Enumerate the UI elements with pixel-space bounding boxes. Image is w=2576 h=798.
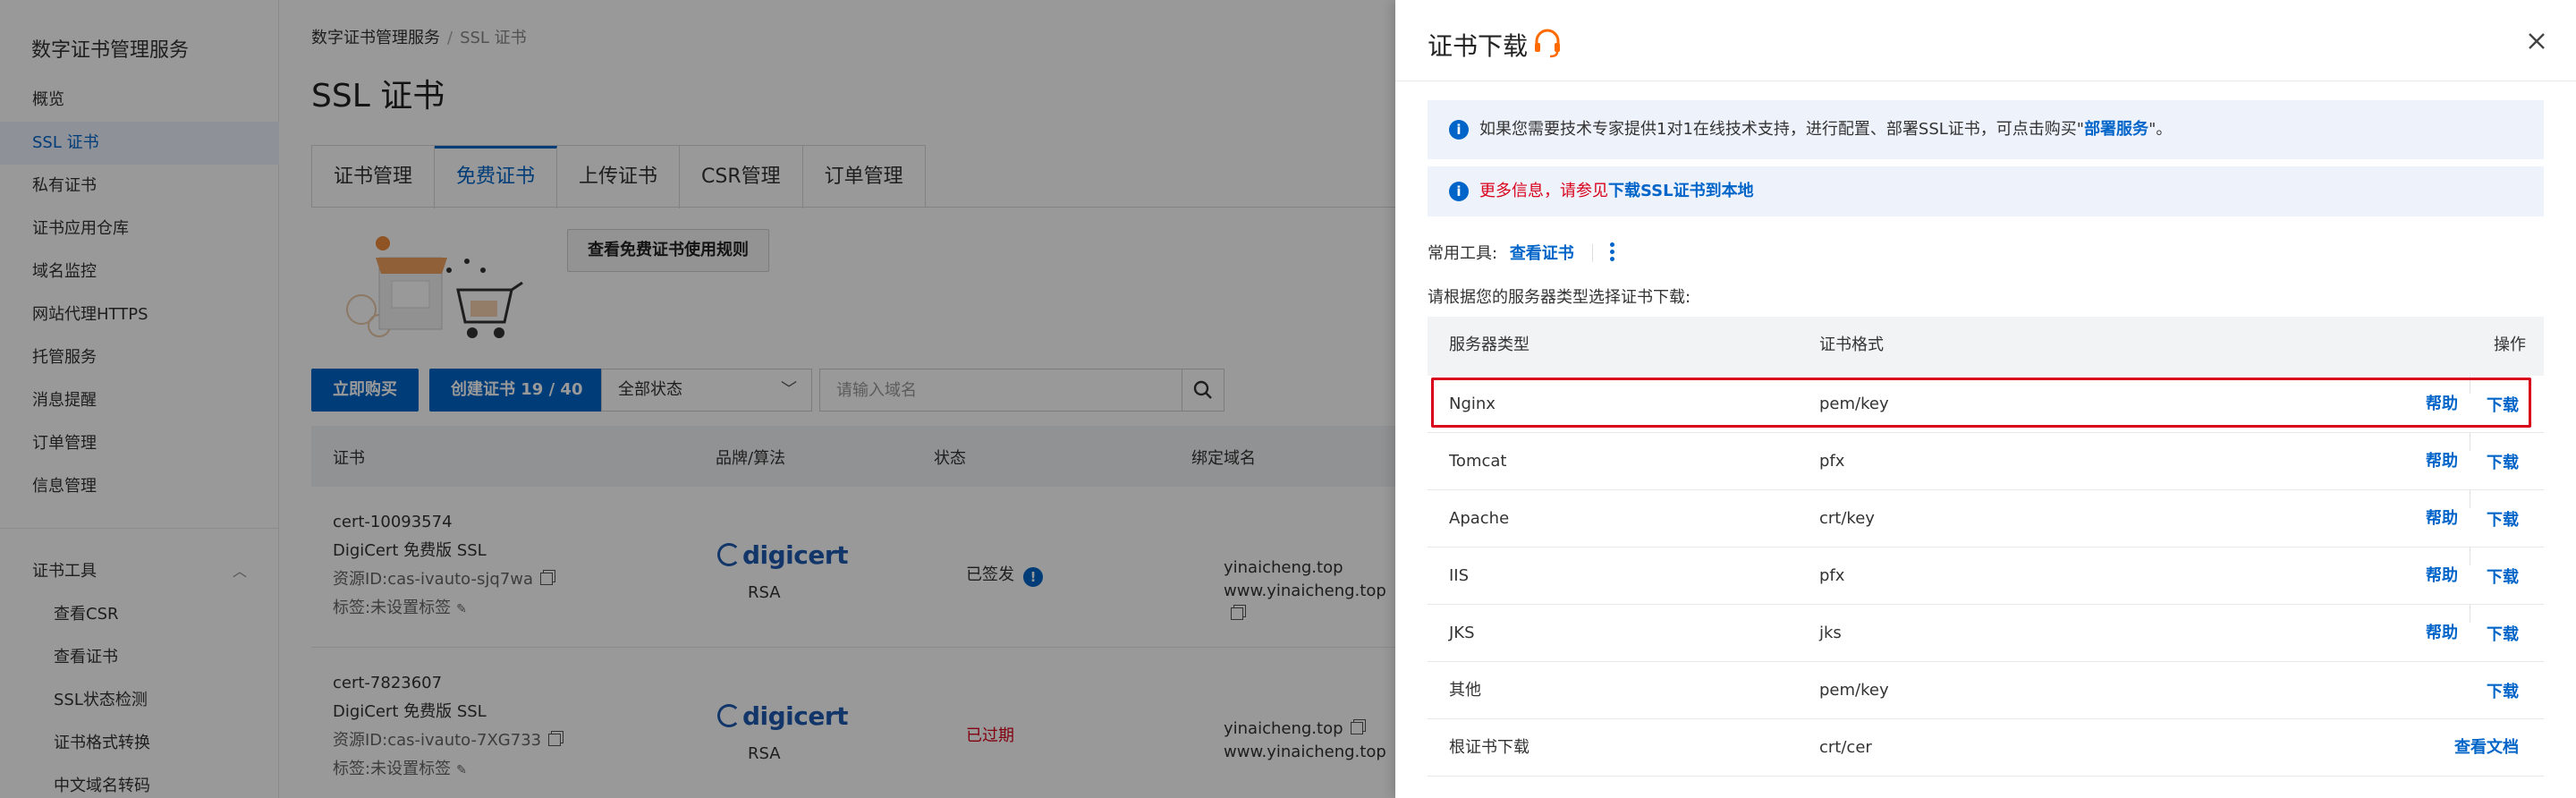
download-link[interactable]: 下载 — [2487, 492, 2519, 549]
table-row: Apache crt/key 帮助 下载 — [1428, 490, 2544, 548]
help-link[interactable]: 帮助 — [2426, 548, 2458, 605]
table-row: Tomcat pfx 帮助 下载 — [1428, 433, 2544, 490]
notice-text: 更多信息，请参见 — [1479, 182, 1608, 200]
headset-icon[interactable] — [1531, 27, 1563, 59]
table-row: JKS jks 帮助 下载 — [1428, 605, 2544, 662]
server-type: Nginx — [1449, 395, 1496, 413]
cert-format: pfx — [1819, 452, 1845, 471]
cert-format: pem/key — [1819, 681, 1889, 700]
help-link[interactable]: 帮助 — [2426, 490, 2458, 548]
support-notice: i 如果您需要技术专家提供1对1在线技术支持，进行配置、部署SSL证书，可点击购… — [1428, 100, 2544, 159]
table-row: 根证书下载 crt/cer 查看文档 — [1428, 719, 2544, 777]
help-link[interactable]: 帮助 — [2426, 605, 2458, 662]
common-tools: 常用工具: 查看证书 — [1428, 240, 1615, 267]
server-type: IIS — [1449, 566, 1470, 585]
download-table: 服务器类型 证书格式 操作 Nginx pem/key 帮助 下载 Tomcat… — [1428, 317, 2544, 777]
server-type: Tomcat — [1449, 452, 1507, 471]
drawer-title: 证书下载 — [1428, 31, 1529, 61]
download-link[interactable]: 下载 — [2487, 378, 2519, 435]
server-type: 其他 — [1449, 681, 1481, 700]
view-doc-link[interactable]: 查看文档 — [2454, 719, 2519, 777]
notice-text-suffix: "。 — [2148, 120, 2173, 139]
cert-format: crt/cer — [1819, 738, 1872, 757]
info-icon: i — [1449, 120, 1469, 140]
table-row: 其他 pem/key 下载 — [1428, 662, 2544, 719]
download-link[interactable]: 下载 — [2487, 607, 2519, 664]
tools-label: 常用工具: — [1428, 244, 1498, 263]
cert-format: pfx — [1819, 566, 1845, 585]
cert-format: jks — [1819, 624, 1842, 642]
help-link[interactable]: 帮助 — [2426, 433, 2458, 490]
server-type: Apache — [1449, 509, 1510, 528]
view-cert-link[interactable]: 查看证书 — [1510, 244, 1574, 263]
notice-text: 如果您需要技术专家提供1对1在线技术支持，进行配置、部署SSL证书，可点击购买" — [1479, 120, 2085, 139]
table-row: Nginx pem/key 帮助 下载 — [1428, 376, 2544, 433]
download-hint: 请根据您的服务器类型选择证书下载: — [1428, 288, 1691, 307]
table-row: IIS pfx 帮助 下载 — [1428, 548, 2544, 605]
cert-format: pem/key — [1819, 395, 1889, 413]
info-icon: i — [1449, 182, 1469, 201]
download-table-header: 服务器类型 证书格式 操作 — [1428, 317, 2544, 376]
cert-download-drawer: 证书下载 i 如果您需要技术专家提供1对1在线技术支持，进行配置、部署SSL证书… — [1395, 0, 2576, 798]
close-icon[interactable] — [2524, 29, 2549, 54]
server-type: JKS — [1449, 624, 1475, 642]
cert-format: crt/key — [1819, 509, 1875, 528]
column-header-server-type: 服务器类型 — [1449, 335, 1530, 354]
modal-overlay[interactable] — [0, 0, 1395, 798]
column-header-format: 证书格式 — [1819, 335, 1884, 354]
download-ssl-doc-link[interactable]: 下载SSL证书到本地 — [1608, 182, 1754, 200]
server-type: 根证书下载 — [1449, 738, 1530, 757]
deploy-service-link[interactable]: 部署服务 — [2084, 120, 2148, 139]
download-link[interactable]: 下载 — [2487, 664, 2519, 721]
download-link[interactable]: 下载 — [2487, 435, 2519, 492]
help-link[interactable]: 帮助 — [2426, 376, 2458, 433]
download-link[interactable]: 下载 — [2487, 549, 2519, 607]
more-info-notice: i 更多信息，请参见下载SSL证书到本地 — [1428, 166, 2544, 216]
column-header-actions: 操作 — [2494, 335, 2526, 354]
more-icon[interactable] — [1610, 240, 1615, 264]
